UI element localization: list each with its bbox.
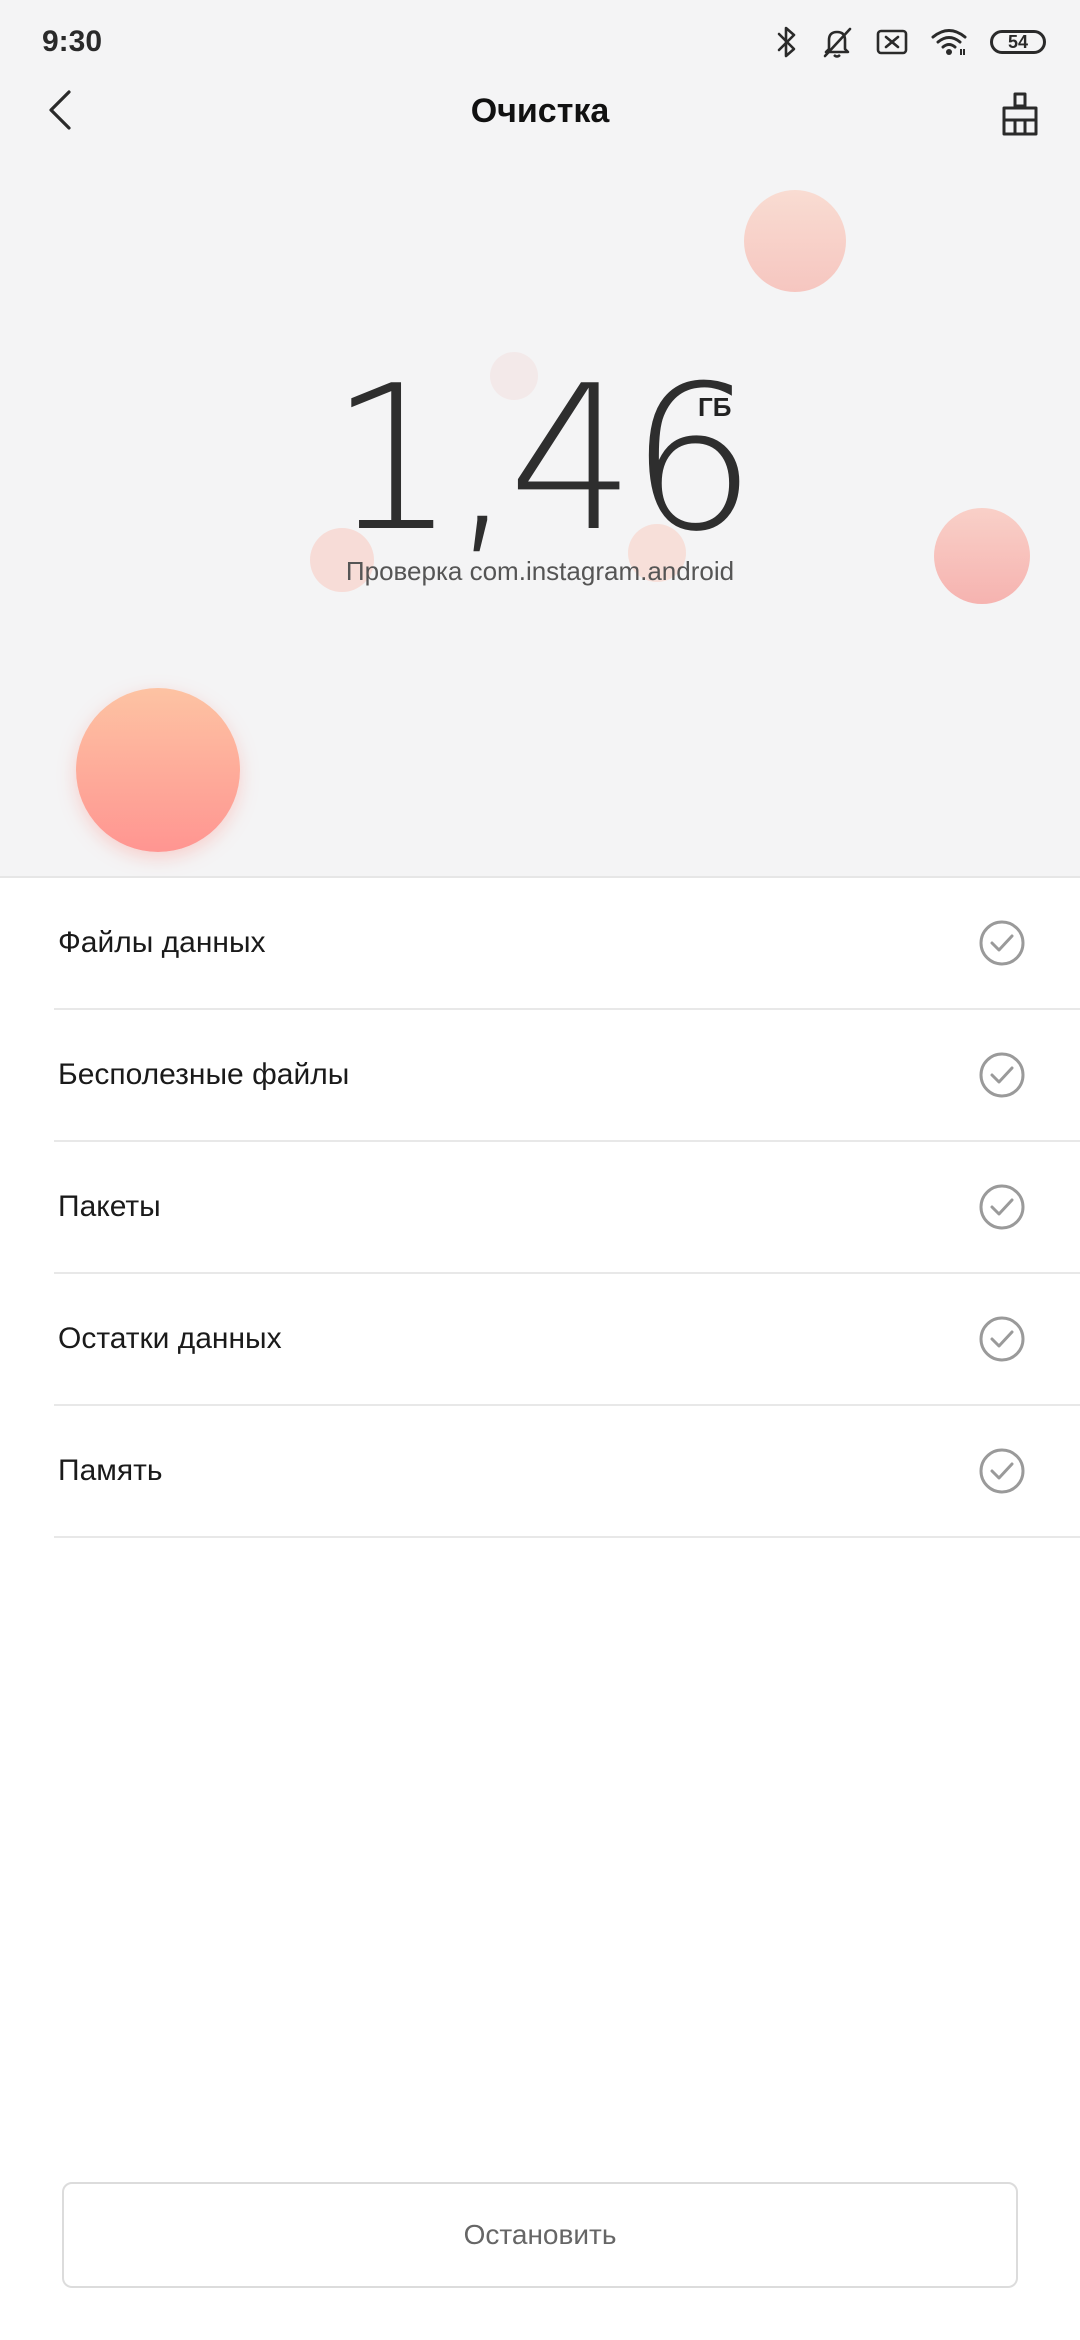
list-item-label: Бесполезные файлы <box>58 1058 350 1091</box>
list-item-label: Пакеты <box>58 1190 161 1223</box>
junk-size-value: 1,46 <box>329 343 756 576</box>
decor-bubble <box>76 688 240 852</box>
page-title: Очистка <box>470 92 610 130</box>
check-circle-icon <box>979 1052 1025 1098</box>
list-item[interactable]: Память <box>54 1406 1080 1538</box>
list-item[interactable]: Пакеты <box>54 1142 1080 1274</box>
status-icons: 54 <box>776 22 1046 62</box>
sim-cross-icon <box>876 29 908 55</box>
clean-button[interactable] <box>988 82 1052 146</box>
list-item[interactable]: Остатки данных <box>54 1274 1080 1406</box>
check-circle-icon <box>979 920 1025 966</box>
category-list: Файлы данных Бесполезные файлы Пакеты Ос… <box>0 878 1080 1538</box>
wifi-icon <box>930 27 968 57</box>
cleaner-screen: 9:30 54 Очистка 1,46 ГБ Проверка com.ins… <box>0 0 1080 2340</box>
scan-status-text: Проверка com.instagram.android <box>345 556 735 586</box>
list-item-label: Память <box>58 1454 163 1487</box>
broom-icon <box>1002 92 1038 136</box>
mute-bell-icon <box>820 25 854 59</box>
list-item-label: Файлы данных <box>58 926 266 959</box>
check-circle-icon <box>979 1184 1025 1230</box>
check-circle-icon <box>979 1316 1025 1362</box>
scan-panel: 9:30 54 Очистка 1,46 ГБ Проверка com.ins… <box>0 0 1080 878</box>
battery-icon: 54 <box>990 30 1046 54</box>
status-time: 9:30 <box>42 25 103 58</box>
junk-size-unit: ГБ <box>698 392 732 422</box>
stop-button[interactable]: Остановить <box>62 2182 1018 2288</box>
list-item[interactable]: Бесполезные файлы <box>54 1010 1080 1142</box>
list-item[interactable]: Файлы данных <box>54 878 1080 1010</box>
check-circle-icon <box>979 1448 1025 1494</box>
size-readout: 1,46 <box>0 360 1080 560</box>
bluetooth-icon <box>776 25 798 59</box>
decor-bubble <box>744 190 846 292</box>
list-item-label: Остатки данных <box>58 1322 282 1355</box>
